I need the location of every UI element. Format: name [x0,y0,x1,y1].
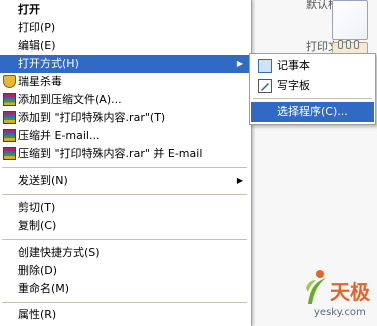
watermark-url: yesky.com [314,307,366,318]
submenu-arrow-icon: ▶ [236,176,243,185]
watermark-brand: 天极 [330,280,370,304]
menu-item-compress-rar-email[interactable]: 压缩到 "打印特殊内容.rar" 并 E-mail [0,145,249,163]
menu-item-edit[interactable]: 编辑(E) [0,37,249,55]
menu-item-label: 复制(C) [18,219,57,232]
menu-item-add-to-archive[interactable]: 添加到压缩文件(A)... [0,91,249,109]
menu-item-label: 删除(D) [18,264,58,277]
submenu-item-label: 选择程序(C)... [277,105,348,118]
menu-item-label: 打印(P) [18,21,56,34]
menu-separator [2,167,247,168]
menu-item-label: 创建快捷方式(S) [18,246,100,259]
submenu-arrow-icon: ▶ [236,59,243,68]
menu-item-send-to[interactable]: 发送到(N) ▶ [0,172,249,190]
menu-item-label: 发送到(N) [18,174,68,187]
menu-separator [2,302,247,303]
menu-item-label: 压缩到 "打印特殊内容.rar" 并 E-mail [18,147,203,160]
menu-item-label: 瑞星杀毒 [18,75,62,88]
winrar-icon [3,111,16,124]
menu-item-copy[interactable]: 复制(C) [0,217,249,235]
open-with-submenu: 记事本 写字板 选择程序(C)... [249,53,376,125]
menu-item-cut[interactable]: 剪切(T) [0,199,249,217]
document-file-icon[interactable] [332,0,368,40]
yesky-watermark-logo: 天极 yesky.com [300,262,375,322]
menu-item-compress-email[interactable]: 压缩并 E-mail... [0,127,249,145]
menu-item-open[interactable]: 打开 [0,1,249,19]
menu-item-label: 添加到 "打印特殊内容.rar"(T) [18,111,166,124]
menu-item-label: 添加到压缩文件(A)... [18,93,122,106]
notepad-icon [258,59,272,73]
submenu-item-label: 写字板 [277,79,310,92]
menu-item-label: 剪切(T) [18,201,56,214]
context-menu: 打开 打印(P) 编辑(E) 打开方式(H) ▶ 瑞星杀毒 添加到压缩文件(A)… [0,0,252,326]
menu-item-print[interactable]: 打印(P) [0,19,249,37]
menu-item-label: 打开 [18,3,40,16]
menu-item-label: 压缩并 E-mail... [18,129,100,142]
menu-item-label: 编辑(E) [18,39,56,52]
submenu-item-notepad[interactable]: 记事本 [251,56,374,76]
submenu-item-label: 记事本 [277,59,310,72]
wordpad-icon [258,79,272,93]
menu-item-label: 属性(R) [18,308,57,321]
menu-item-open-with[interactable]: 打开方式(H) ▶ [0,55,249,73]
winrar-icon [3,147,16,160]
menu-item-label: 重命名(M) [18,282,70,295]
menu-item-rename[interactable]: 重命名(M) [0,280,249,298]
menu-item-delete[interactable]: 删除(D) [0,262,249,280]
winrar-icon [3,129,16,142]
menu-separator [2,194,247,195]
menu-item-create-shortcut[interactable]: 创建快捷方式(S) [0,244,249,262]
submenu-item-choose-program[interactable]: 选择程序(C)... [251,102,374,122]
submenu-separator [253,98,372,99]
winrar-icon [3,93,16,106]
menu-item-label: 打开方式(H) [18,57,79,70]
menu-item-add-to-rar[interactable]: 添加到 "打印特殊内容.rar"(T) [0,109,249,127]
menu-separator [2,239,247,240]
menu-item-rising-antivirus[interactable]: 瑞星杀毒 [0,73,249,91]
submenu-item-wordpad[interactable]: 写字板 [251,76,374,96]
menu-item-properties[interactable]: 属性(R) [0,306,249,324]
yesky-logo-icon [306,270,326,304]
shield-icon [3,75,16,88]
